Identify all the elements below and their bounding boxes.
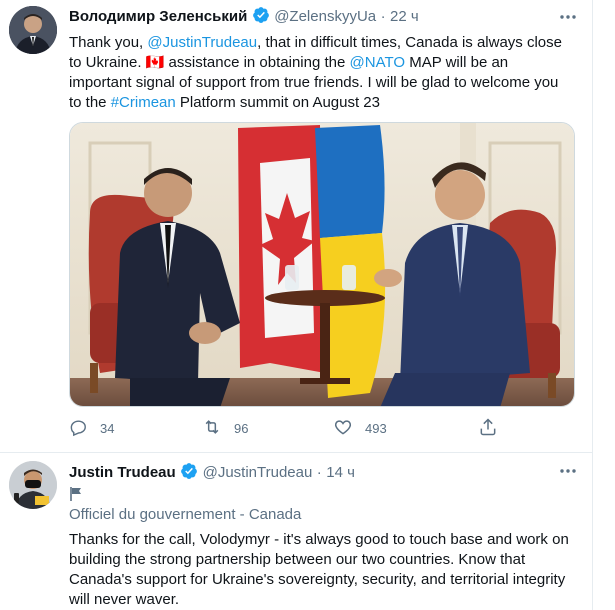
tweet-text-part: assistance in obtaining the: [164, 54, 350, 71]
tweet-text: Thanks for the call, Volodymyr - it's al…: [69, 531, 569, 608]
photo-illustration: [70, 123, 574, 406]
mention-link-justintrudeau[interactable]: @JustinTrudeau: [147, 34, 257, 51]
reply-count: 34: [100, 421, 115, 436]
tweet-time[interactable]: 14 ч: [326, 464, 355, 481]
tweet-time[interactable]: 22 ч: [390, 8, 419, 25]
avatar[interactable]: [9, 6, 57, 54]
author-handle[interactable]: @JustinTrudeau: [203, 464, 313, 481]
tweet-zelensky[interactable]: Володимир Зеленський @ZelenskyyUa · 22 ч…: [0, 0, 593, 452]
mention-link-nato[interactable]: @NATO: [350, 54, 406, 71]
tweet-text: Thank you, @JustinTrudeau, that in diffi…: [69, 33, 574, 113]
tweet-actions: 34 96 493: [69, 417, 499, 440]
share-button[interactable]: [478, 417, 498, 440]
tweet-photo[interactable]: [69, 122, 575, 407]
government-flag-icon: [69, 486, 83, 507]
like-icon: [333, 417, 353, 440]
verified-icon: [180, 462, 198, 485]
tweet-text-part: Thank you,: [69, 34, 148, 51]
like-count: 493: [365, 421, 387, 436]
tweet-trudeau[interactable]: Justin Trudeau @JustinTrudeau · 14 ч Off…: [0, 453, 593, 610]
like-button[interactable]: 493: [333, 417, 478, 440]
verified-icon: [252, 6, 270, 29]
separator-dot: ·: [380, 8, 386, 25]
share-icon: [478, 417, 498, 440]
author-name[interactable]: Володимир Зеленський: [69, 8, 247, 25]
retweet-count: 96: [234, 421, 249, 436]
government-label[interactable]: Officiel du gouvernement - Canada: [69, 506, 301, 523]
separator-dot: ·: [316, 464, 322, 481]
author-handle[interactable]: @ZelenskyyUa: [274, 8, 376, 25]
avatar-photo: [9, 461, 57, 509]
retweet-button[interactable]: 96: [202, 417, 333, 440]
avatar-photo: [9, 6, 57, 54]
retweet-icon: [202, 417, 222, 440]
author-name[interactable]: Justin Trudeau: [69, 464, 176, 481]
reply-button[interactable]: 34: [69, 418, 202, 440]
tweet-text-part: Platform summit on August 23: [175, 94, 380, 111]
hashtag-link-crimean[interactable]: #Crimean: [111, 94, 176, 111]
more-icon[interactable]: [557, 6, 579, 33]
canada-flag-emoji: 🇨🇦: [145, 54, 165, 71]
avatar[interactable]: [9, 461, 57, 509]
reply-icon: [69, 418, 88, 440]
more-icon[interactable]: [557, 460, 579, 487]
